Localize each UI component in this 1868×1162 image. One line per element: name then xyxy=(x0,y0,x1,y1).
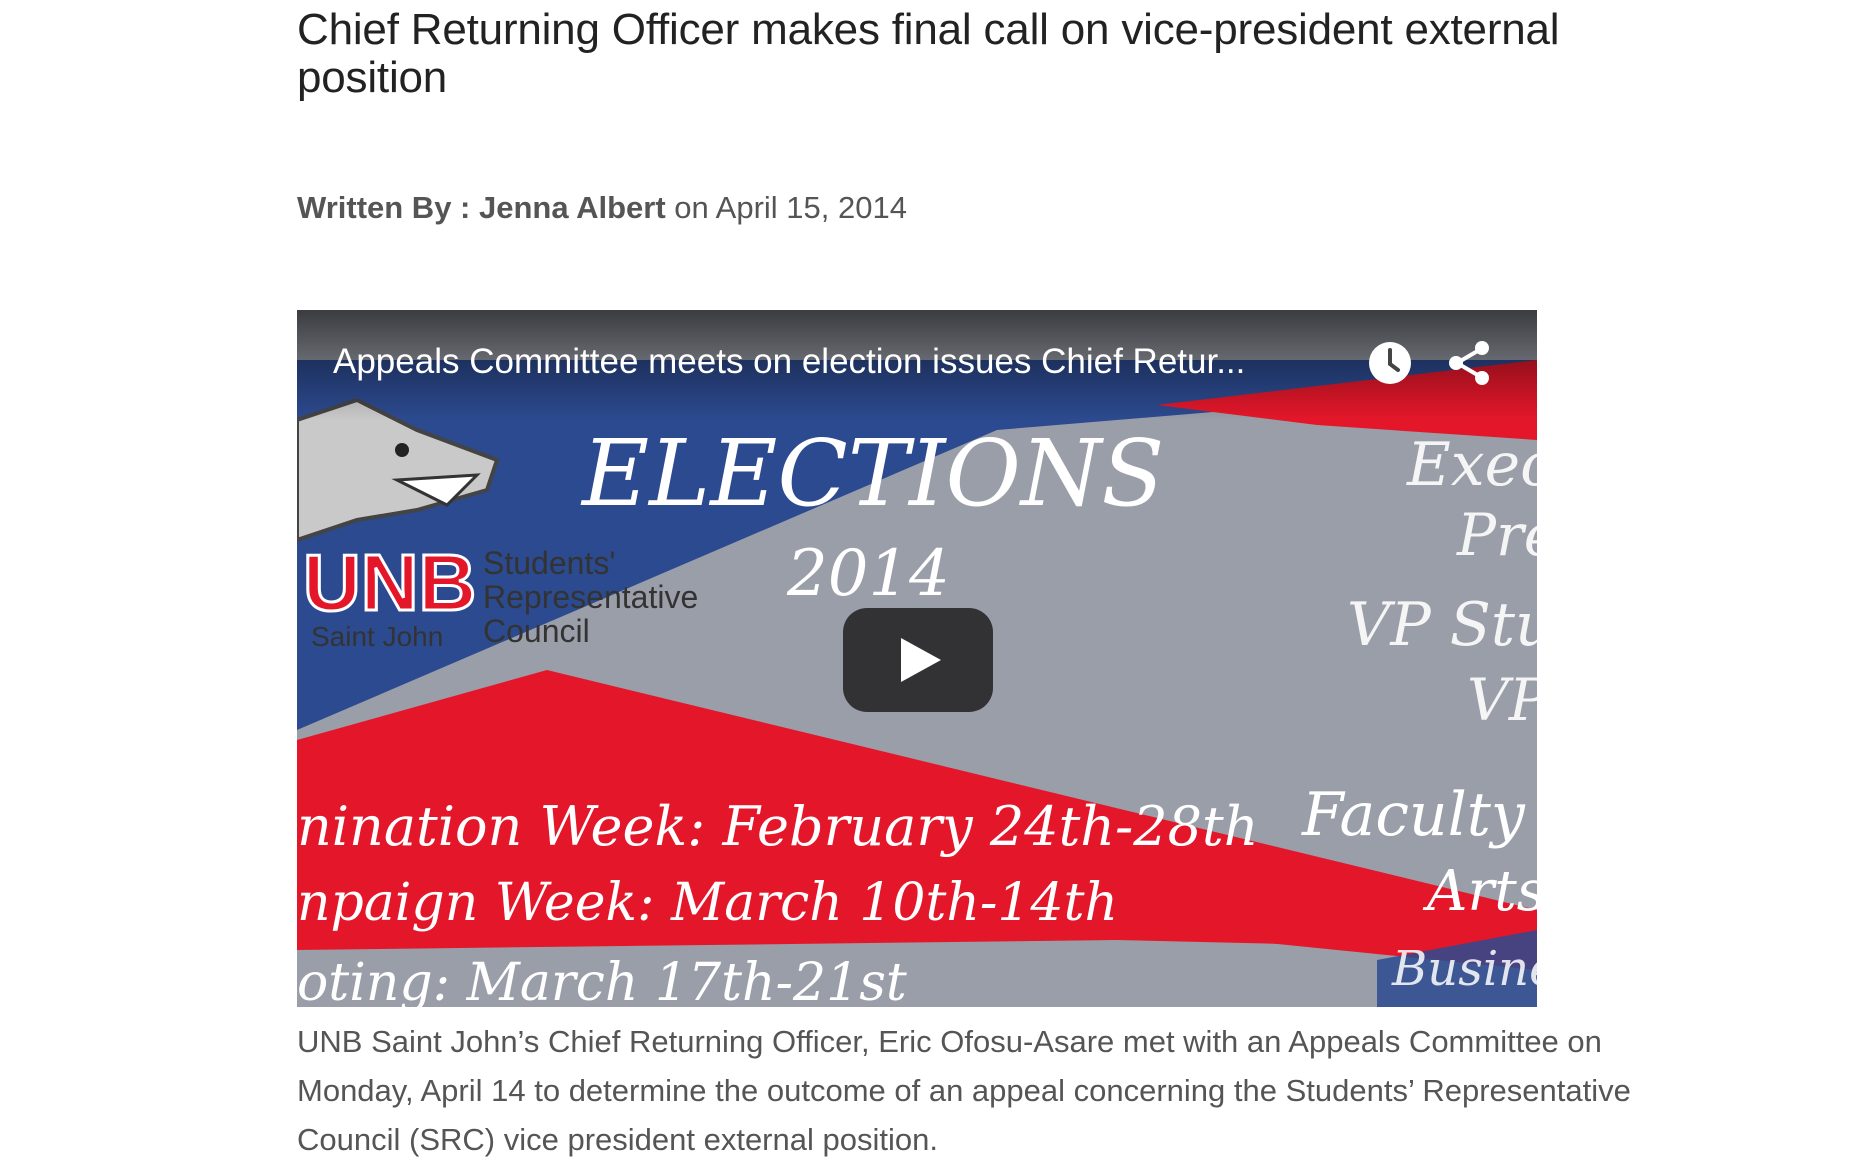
byline-date: April 15, 2014 xyxy=(715,190,907,225)
article-headline: Chief Returning Officer makes final call… xyxy=(297,5,1560,102)
thumb-logo-sub: Saint John xyxy=(311,621,443,652)
thumb-year: 2014 xyxy=(786,537,950,611)
video-title[interactable]: Appeals Committee meets on election issu… xyxy=(333,340,1313,384)
thumb-heading: ELECTIONS xyxy=(580,420,1164,527)
thumb-right-1: Exec xyxy=(1406,430,1537,500)
thumb-schedule-2: npaign Week: March 10th-14th xyxy=(297,873,1118,933)
play-button[interactable] xyxy=(843,608,993,712)
thumb-right-6: Arts xyxy=(1422,859,1537,924)
thumb-logo: UNB xyxy=(303,538,476,627)
thumb-right-3: VP Stu xyxy=(1347,590,1537,660)
byline: Written By : Jenna Albert on April 15, 2… xyxy=(297,188,907,228)
thumb-council-1: Students' xyxy=(483,545,615,581)
play-icon xyxy=(901,638,941,682)
thumb-right-7: Busine xyxy=(1391,941,1537,997)
byline-author[interactable]: Jenna Albert xyxy=(479,190,666,225)
article: Chief Returning Officer makes final call… xyxy=(297,0,1637,1157)
thumb-schedule-3: oting: March 17th-21st xyxy=(297,953,907,1007)
article-paragraph: UNB Saint John’s Chief Returning Officer… xyxy=(297,1024,1631,1157)
clock-icon[interactable] xyxy=(1367,340,1413,386)
thumb-council-3: Council xyxy=(483,613,590,649)
thumb-right-5: Faculty xyxy=(1301,780,1526,850)
byline-label: Written By : xyxy=(297,190,471,225)
thumb-council-2: Representative xyxy=(483,579,698,615)
thumb-right-2: Pre xyxy=(1456,501,1537,569)
share-icon[interactable] xyxy=(1445,338,1495,388)
thumb-right-4: VP xyxy=(1467,666,1537,734)
video-player[interactable]: UNB Saint John Students' Representative … xyxy=(297,310,1537,1007)
byline-on: on xyxy=(674,190,709,225)
thumb-schedule-1: nination Week: February 24th-28th xyxy=(297,795,1258,858)
